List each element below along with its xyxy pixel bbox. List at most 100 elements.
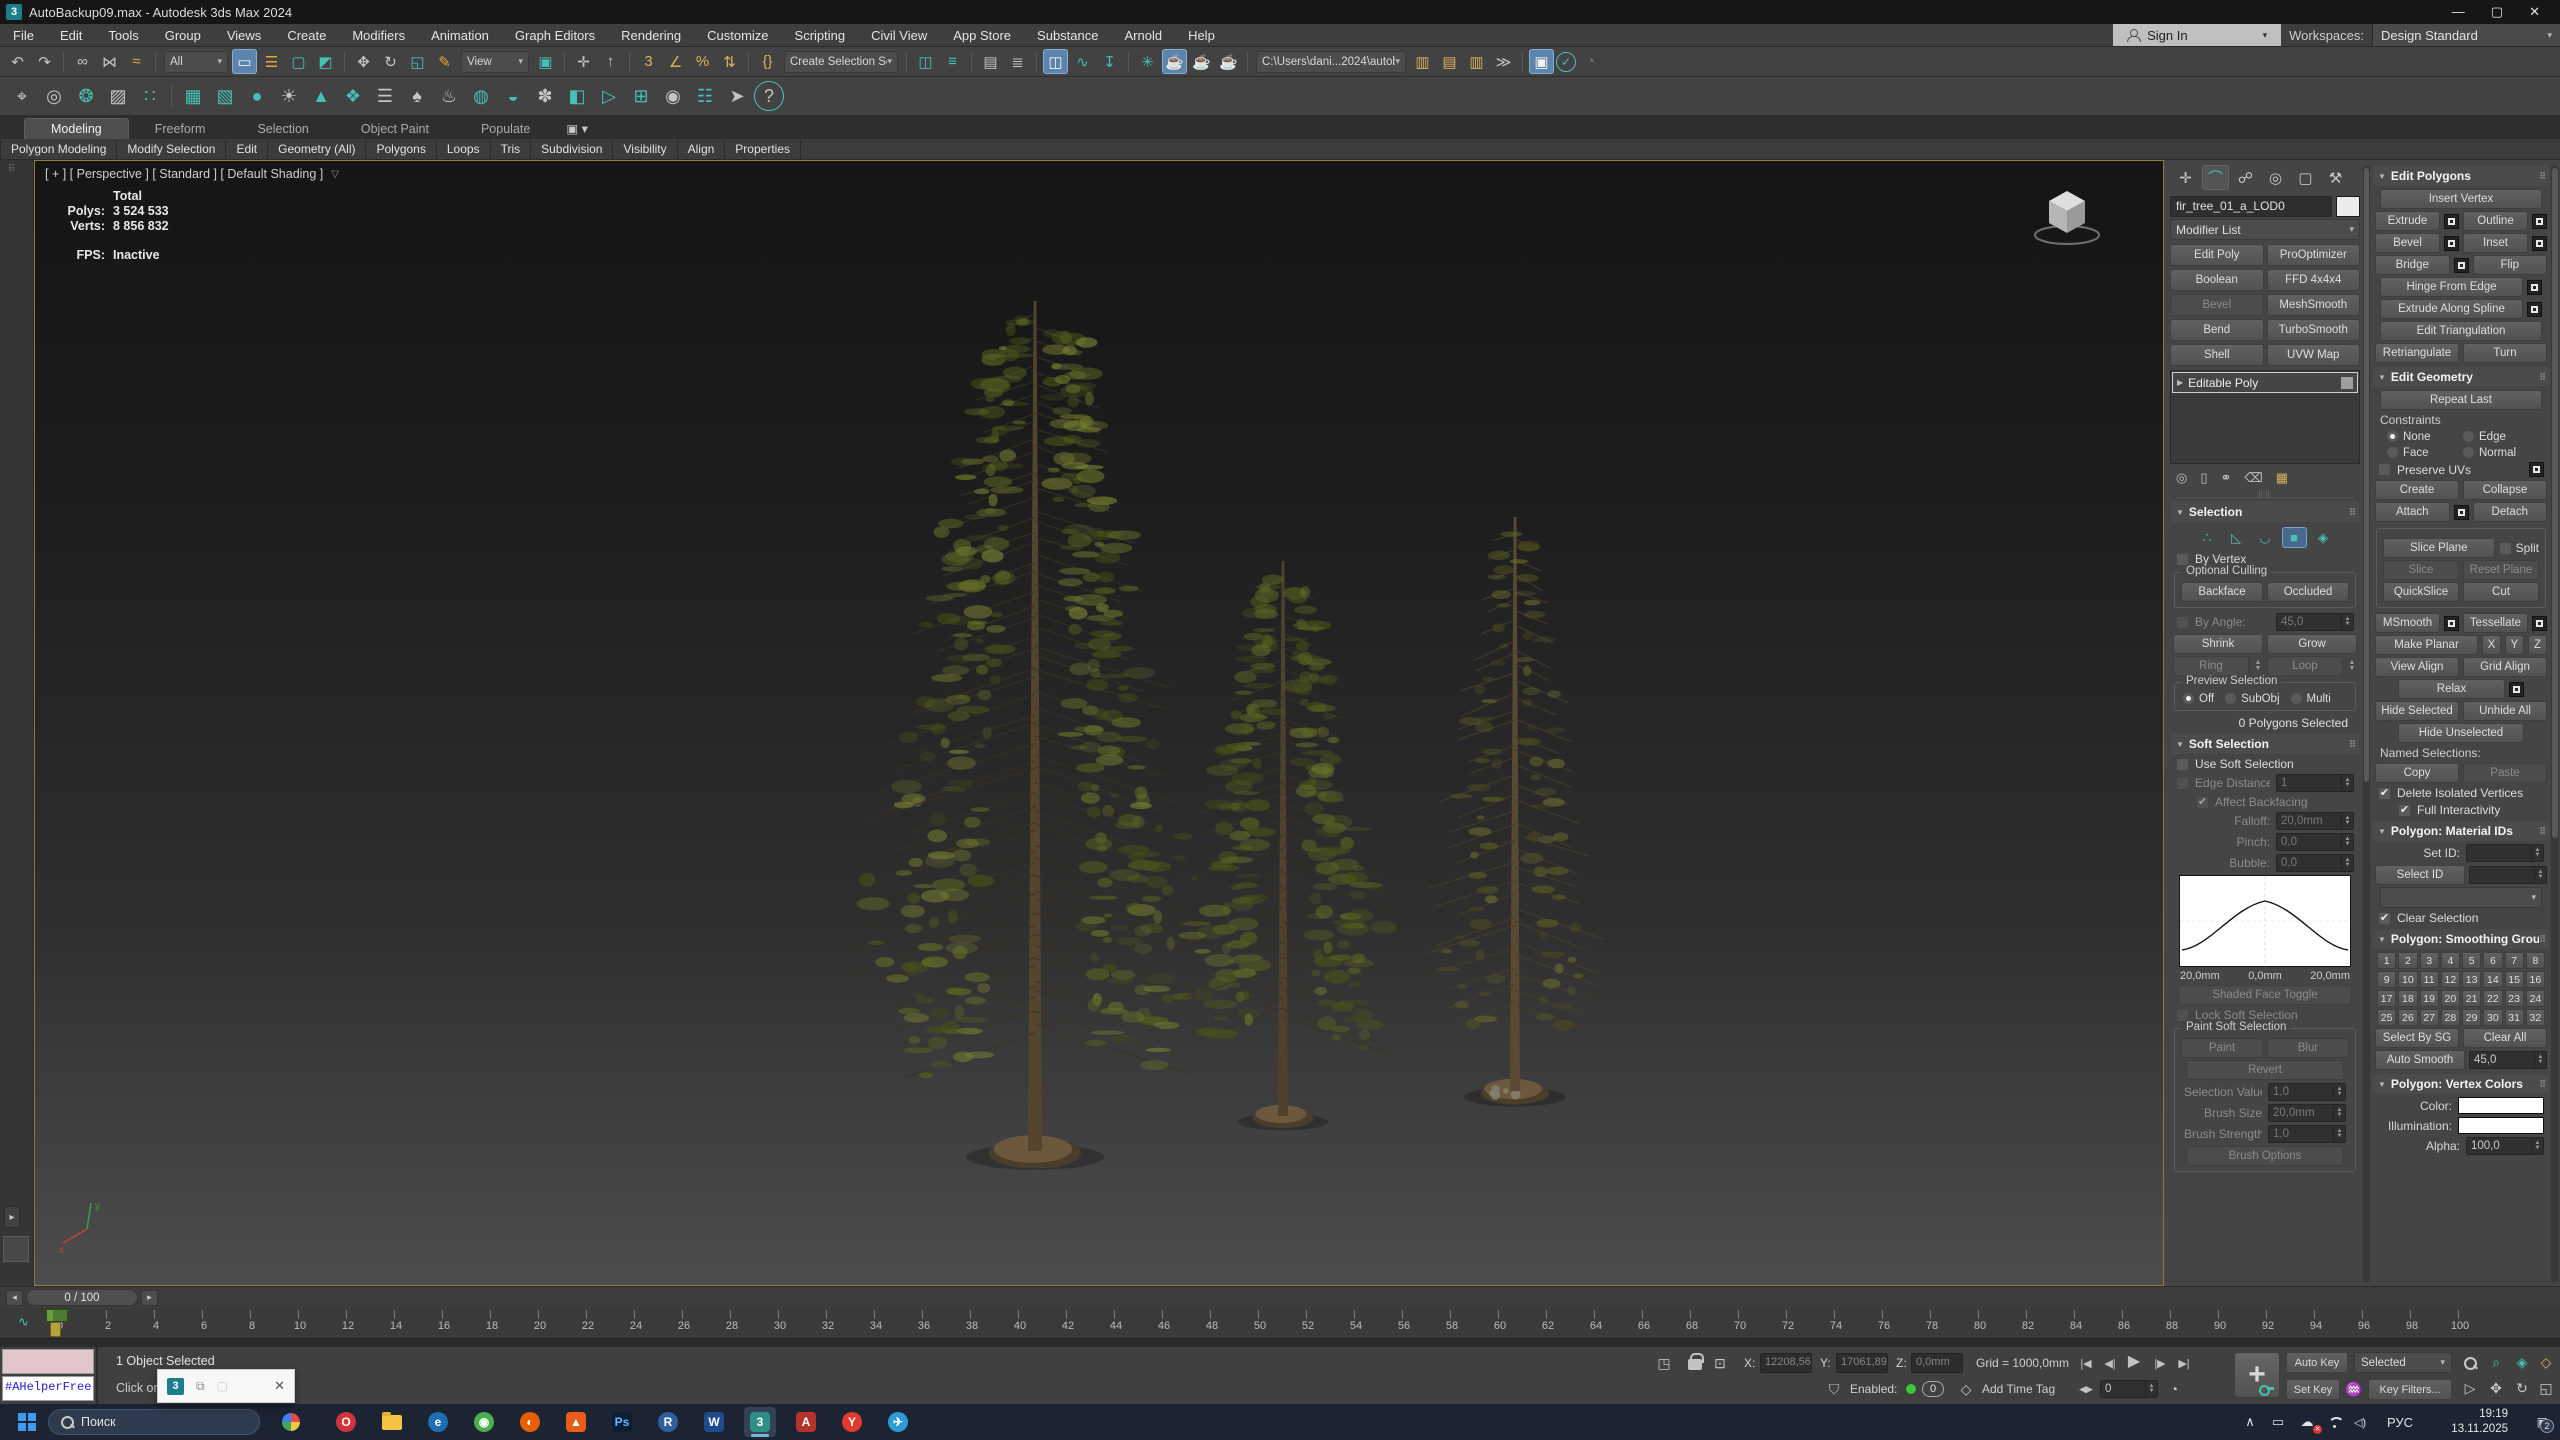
smoothing-group-18[interactable]: 18 <box>2398 990 2417 1007</box>
selection-set-dropdown[interactable]: Selected ▾ <box>2354 1352 2452 1373</box>
extrude-along-spline-settings-box-button[interactable] <box>2527 302 2542 317</box>
spinner-arrows-icon[interactable]: ▲▼ <box>2534 1052 2546 1068</box>
stack-expand-icon[interactable]: ▶ <box>2177 378 2183 387</box>
next-frame-button[interactable]: ▸ <box>141 1290 158 1306</box>
make-planar-x-button[interactable]: X <box>2482 635 2501 655</box>
maximize-button[interactable]: ▢ <box>2491 4 2503 20</box>
select-and-move-icon[interactable]: ✥ <box>351 49 376 74</box>
reference-coordinate-system-dropdown[interactable]: View▾ <box>461 51 529 73</box>
flip-button[interactable]: Flip <box>2473 255 2548 275</box>
panel-scrollbar-left[interactable] <box>2363 166 2370 1282</box>
media-player-icon[interactable]: ▲ <box>560 1407 592 1437</box>
light-icon[interactable]: ● <box>242 81 272 111</box>
volume-icon[interactable]: ◁) <box>2350 1404 2370 1440</box>
vertex-mode-icon[interactable]: ∴ <box>2195 527 2220 548</box>
language-indicator[interactable]: РУС <box>2380 1404 2420 1440</box>
zoom-icon[interactable] <box>2458 1352 2482 1373</box>
unlink-selection-icon[interactable]: ⋈ <box>97 49 122 74</box>
time-configuration-icon[interactable]: ◔ <box>2164 1379 2184 1399</box>
character-icon[interactable]: ❖ <box>338 81 368 111</box>
keyboard-shortcut-override-icon[interactable]: ↑ <box>598 49 623 74</box>
menu-file[interactable]: File <box>0 26 47 45</box>
object-name-field[interactable]: fir_tree_01_a_LOD0 <box>2170 196 2332 217</box>
utilities-tab[interactable]: ⚒ <box>2322 165 2349 190</box>
grid-align-button[interactable]: Grid Align <box>2463 657 2547 677</box>
selection-value-spinner[interactable]: 1,0▲▼ <box>2268 1083 2346 1101</box>
illumination-swatch[interactable] <box>2458 1117 2544 1134</box>
off-radio[interactable]: Off <box>2182 692 2214 705</box>
remove-modifier-icon[interactable]: ⌫ <box>2244 470 2262 486</box>
lock-soft-selection-checkbox[interactable] <box>2176 1009 2189 1022</box>
set-key-button[interactable]: Set Key <box>2286 1379 2340 1400</box>
scene-health-check-icon[interactable]: ✓ <box>1556 52 1576 72</box>
backface-button[interactable]: Backface <box>2181 582 2263 602</box>
menu-customize[interactable]: Customize <box>694 26 781 45</box>
camera-icon[interactable]: ▦ <box>178 81 208 111</box>
brush-size-spinner[interactable]: 20,0mm▲▼ <box>2268 1104 2346 1122</box>
taskbar-search[interactable]: Поиск <box>48 1409 260 1435</box>
workspaces-dropdown[interactable]: Design Standard ▾ <box>2372 24 2560 46</box>
loop-spinner[interactable]: ▲▼ <box>2347 660 2357 672</box>
border-mode-icon[interactable]: ◡ <box>2253 527 2278 548</box>
edit-triangulation-button[interactable]: Edit Triangulation <box>2380 321 2542 341</box>
mirror-icon[interactable]: ◫ <box>913 49 938 74</box>
copy-icon[interactable]: ⧉ <box>196 1379 205 1394</box>
create-tab[interactable]: ✛ <box>2172 165 2199 190</box>
affect-backfacing-checkbox[interactable]: ✔ <box>2196 796 2209 809</box>
ribbon-button-subdivision[interactable]: Subdivision <box>531 139 613 159</box>
smoothing-group-4[interactable]: 4 <box>2441 952 2460 969</box>
help-icon[interactable]: ? <box>754 81 784 111</box>
detach-button[interactable]: Detach <box>2473 502 2548 522</box>
inset-button[interactable]: Inset <box>2463 233 2528 253</box>
auto-key-button[interactable]: Auto Key <box>2286 1352 2348 1373</box>
bevel-button[interactable]: Bevel <box>2375 233 2440 253</box>
dope-sheet-icon[interactable]: ☷ <box>690 81 720 111</box>
undo-icon[interactable]: ↶ <box>5 49 30 74</box>
auto-smooth-button[interactable]: Auto Smooth <box>2375 1050 2465 1070</box>
smoothing-group-16[interactable]: 16 <box>2526 971 2545 988</box>
viewport-label[interactable]: [ + ] [ Perspective ] [ Standard ] [ Def… <box>45 167 339 181</box>
widgets-icon[interactable] <box>282 1413 300 1431</box>
smoothing-group-11[interactable]: 11 <box>2420 971 2439 988</box>
retriangulate-button[interactable]: Retriangulate <box>2375 343 2459 363</box>
display-tab[interactable]: ▢ <box>2292 165 2319 190</box>
grid-helper-icon[interactable]: ⊞ <box>626 81 656 111</box>
tab-populate[interactable]: Populate <box>455 119 556 139</box>
listener-macro-pane[interactable] <box>2 1349 94 1374</box>
ribbon-button-visibility[interactable]: Visibility <box>613 139 677 159</box>
meshsmooth-button[interactable]: MeshSmooth <box>2267 294 2361 316</box>
minimize-button[interactable]: — <box>2452 4 2465 20</box>
rollout-header-polygon-vertex-colors[interactable]: ▼Polygon: Vertex Colors⠿ <box>2373 1074 2549 1094</box>
select-by-sg-button[interactable]: Select By SG <box>2375 1028 2459 1048</box>
time-slider-handle[interactable] <box>46 1309 68 1322</box>
smoothing-group-27[interactable]: 27 <box>2420 1009 2439 1026</box>
taskbar-clock[interactable]: 19:19 13.11.2025 <box>2451 1407 2508 1437</box>
screen-clip-icon[interactable]: ▭ <box>2268 1404 2288 1440</box>
collapse-button[interactable]: Collapse <box>2463 480 2547 500</box>
ffd-4x4x4-button[interactable]: FFD 4x4x4 <box>2267 269 2361 291</box>
split-checkbox[interactable] <box>2499 542 2512 555</box>
fire-effect-icon[interactable]: ♨ <box>434 81 464 111</box>
select-and-rotate-icon[interactable]: ↻ <box>378 49 403 74</box>
make-planar-button[interactable]: Make Planar <box>2375 635 2478 655</box>
3dsmax-icon[interactable]: 3 <box>744 1407 776 1437</box>
track-bar[interactable]: ∿ 02468101214161820222426283032343638404… <box>0 1308 2560 1338</box>
hinge-from-edge-button[interactable]: Hinge From Edge <box>2380 277 2523 297</box>
select-by-name-icon[interactable]: ☰ <box>259 49 284 74</box>
script-hierarchy-icon[interactable]: ▥ <box>1464 49 1489 74</box>
select-id-button[interactable]: Select ID <box>2375 865 2465 885</box>
spinner-arrows-icon[interactable]: ▲▼ <box>2531 845 2543 861</box>
hide-unselected-button[interactable]: Hide Unselected <box>2398 723 2524 743</box>
smoothing-group-1[interactable]: 1 <box>2377 952 2396 969</box>
tree-icon[interactable]: ♠ <box>402 81 432 111</box>
normal-radio[interactable]: Normal <box>2462 446 2536 459</box>
show-end-result-icon[interactable]: ▯ <box>2200 470 2207 486</box>
create-button[interactable]: Create <box>2375 480 2459 500</box>
select-and-manipulate-icon[interactable]: ✛ <box>571 49 596 74</box>
smoothing-group-12[interactable]: 12 <box>2441 971 2460 988</box>
ribbon-button-polygon-modeling[interactable]: Polygon Modeling <box>0 139 117 159</box>
ribbon-button-tris[interactable]: Tris <box>491 139 532 159</box>
arrow-helper-icon[interactable]: ➤ <box>722 81 752 111</box>
ribbon-overflow-icon[interactable]: ▣ ▾ <box>566 121 588 139</box>
edit-named-selection-sets-icon[interactable]: {} <box>755 49 780 74</box>
